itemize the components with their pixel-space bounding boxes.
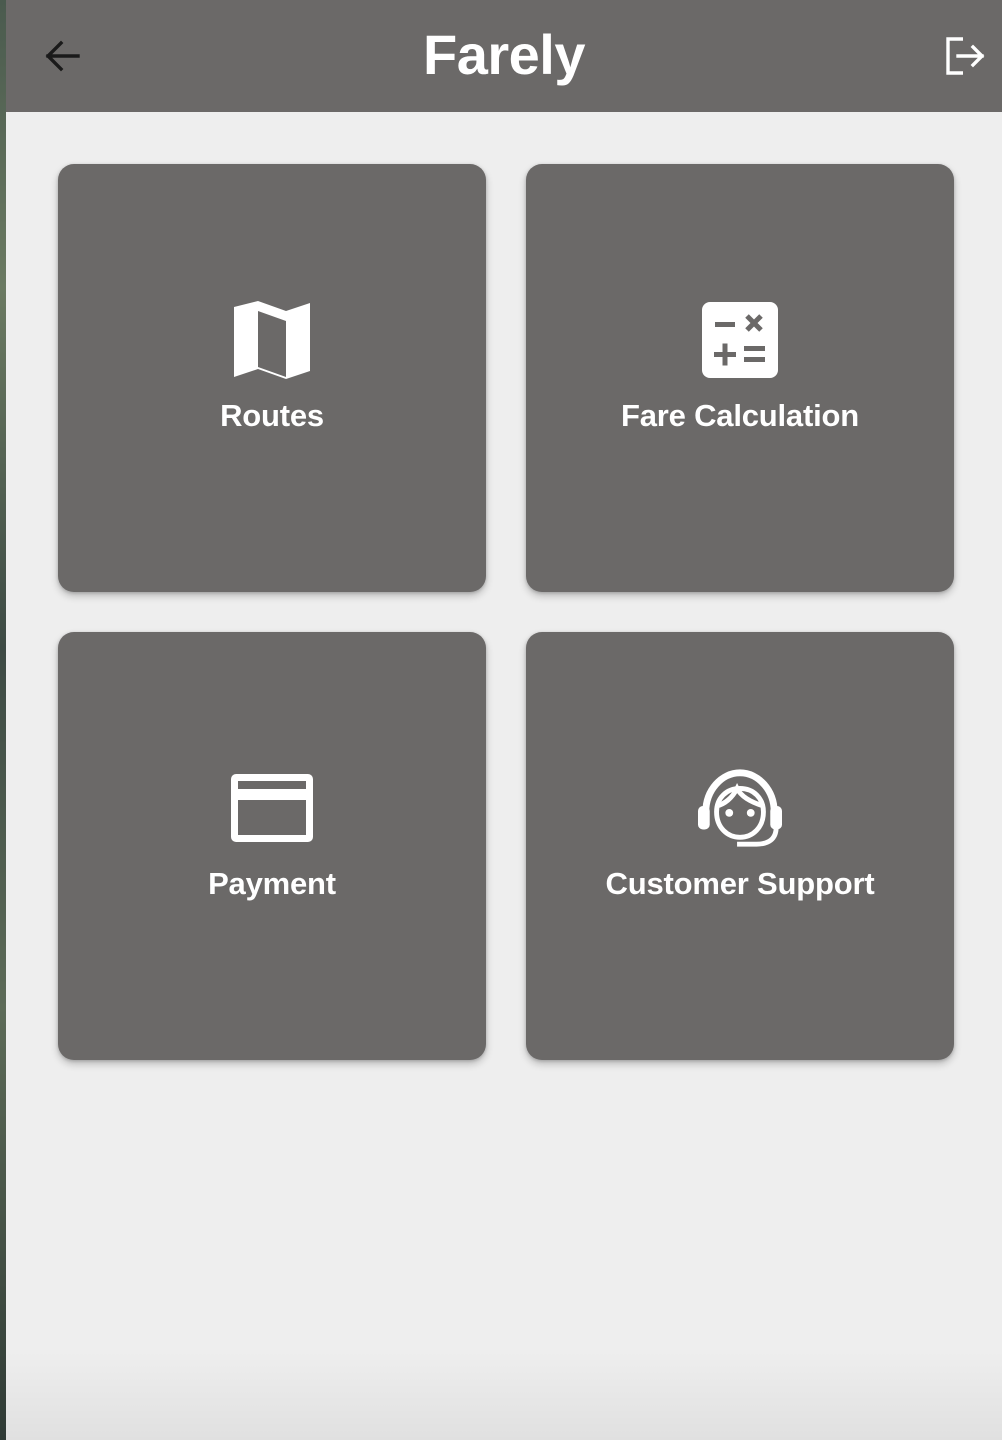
fare-calculation-tile[interactable]: Fare Calculation [526,164,954,592]
logout-icon [946,37,985,75]
payment-tile[interactable]: Payment [58,632,486,1060]
map-icon [230,298,314,382]
menu-grid: Routes Fare Calculation Payment Customer… [58,164,954,1060]
support-agent-icon [698,766,782,850]
customer-support-label: Customer Support [605,866,875,901]
routes-label: Routes [220,398,324,433]
logout-button[interactable] [944,34,988,78]
credit-card-icon [230,766,314,850]
app-screen: Farely Routes Fare Calculation Payment C… [6,0,1002,1440]
routes-tile[interactable]: Routes [58,164,486,592]
app-title: Farely [423,23,586,86]
customer-support-tile[interactable]: Customer Support [526,632,954,1060]
app-bar: Farely [6,0,1002,112]
payment-label: Payment [208,866,336,901]
fare-calculation-label: Fare Calculation [621,398,859,433]
calculator-icon [698,298,782,382]
